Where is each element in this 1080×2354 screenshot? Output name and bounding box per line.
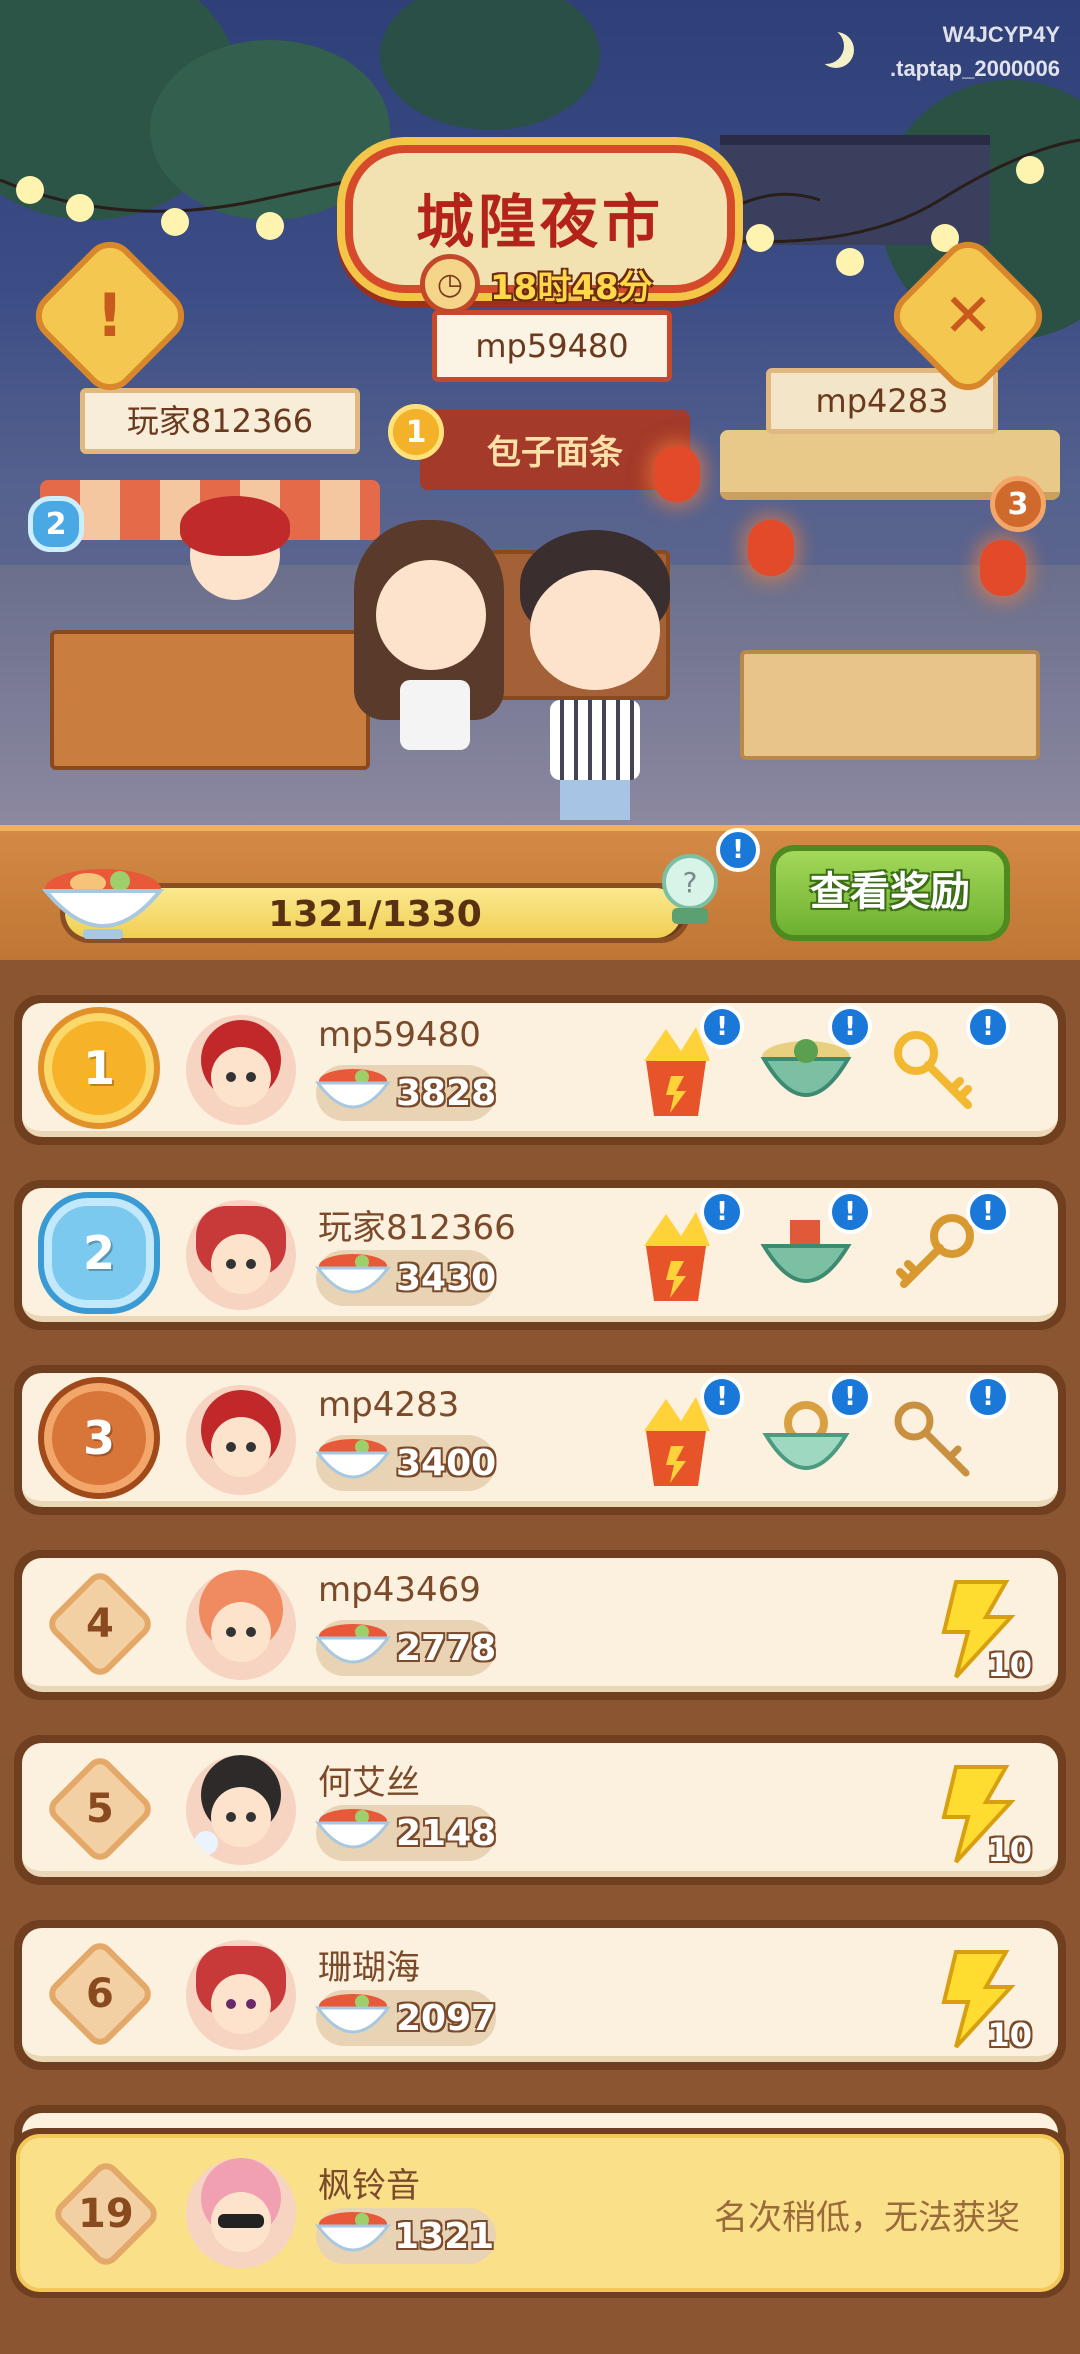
view-rewards-button[interactable]: 查看奖励: [770, 845, 1010, 941]
red-lantern-icon: [654, 446, 700, 502]
rank-number: 19: [78, 2190, 134, 2237]
rank-number: 5: [86, 1786, 114, 1832]
noodle-bowl-icon: [315, 1624, 391, 1664]
rank-number: 6: [86, 1971, 114, 2017]
left-stall-name-sign: 玩家812366: [80, 388, 360, 454]
my-score: 1321: [394, 2216, 495, 2257]
rank-2-medal-icon: 2: [44, 1198, 154, 1308]
player-name: 玩家812366: [318, 1208, 516, 1248]
my-avatar[interactable]: [186, 2158, 296, 2268]
row-background: [22, 1928, 1058, 2062]
player-avatar[interactable]: [186, 1940, 296, 2050]
timer-text: 18时48分: [490, 267, 653, 308]
player-name: mp4283: [318, 1385, 460, 1425]
my-rank-row[interactable]: 19 枫铃音 1321 名次稍低，无法获奖: [10, 2128, 1070, 2298]
leaderboard-row-2[interactable]: 2 玩家812366 3430 ! ! !: [14, 1180, 1066, 1330]
avatar-portrait-icon: [201, 1020, 281, 1107]
rank-3-medal-icon: 3: [44, 1383, 154, 1493]
energy-reward[interactable]: 10: [926, 1572, 1032, 1684]
reward-info-icon[interactable]: !: [828, 1375, 872, 1419]
leaderboard-row-6[interactable]: 6 珊瑚海 2097 10: [14, 1920, 1066, 2070]
noodle-bowl-icon: [315, 1439, 391, 1479]
svg-text:?: ?: [683, 866, 698, 899]
crystal-info-icon[interactable]: !: [716, 828, 760, 872]
avatar-portrait-icon: [199, 1570, 283, 1662]
event-timer: ◷ 18时48分: [420, 254, 670, 314]
player-avatar[interactable]: [186, 1015, 296, 1125]
rank-rewards: ! ! !: [626, 1190, 1046, 1314]
player-name: 珊瑚海: [318, 1948, 420, 1988]
player-character-girl: [354, 520, 510, 770]
close-x-icon: ✕: [942, 281, 994, 351]
player-name: mp59480: [318, 1015, 481, 1055]
reward-info-icon[interactable]: !: [828, 1190, 872, 1234]
no-reward-message: 名次稍低，无法获奖: [714, 2198, 1020, 2238]
noodle-bowl-icon: [315, 2212, 391, 2252]
noodle-bowl-icon: [315, 1809, 391, 1849]
energy-reward[interactable]: 10: [926, 1757, 1032, 1869]
noodle-bowl-icon: [41, 869, 165, 939]
lantern-icon: [748, 520, 794, 576]
player-score: 3430: [396, 1258, 497, 1299]
night-market-scene: W4JCYP4Y .taptap_2000006 玩家812366 2 ! 包子…: [0, 0, 1080, 825]
avatar-portrait-icon: [196, 1206, 286, 1294]
player-avatar[interactable]: [186, 1385, 296, 1495]
energy-reward[interactable]: 10: [926, 1942, 1032, 2054]
reward-info-icon[interactable]: !: [828, 1005, 872, 1049]
reward-count: 10: [987, 2016, 1032, 2054]
row-background: [22, 1558, 1058, 1692]
rank-number: 1: [82, 1041, 115, 1095]
player-name: 何艾丝: [318, 1763, 420, 1803]
reward-info-icon[interactable]: !: [700, 1190, 744, 1234]
lantern-icon: [980, 540, 1026, 596]
my-name: 枫铃音: [318, 2166, 420, 2206]
avatar-portrait-icon: [196, 1946, 286, 2034]
stall-rank-3-marker: 3: [990, 476, 1046, 532]
reward-count: 10: [987, 1831, 1032, 1869]
row-background: [22, 1743, 1058, 1877]
player-name: mp43469: [318, 1570, 481, 1610]
crystal-ball-icon[interactable]: ?: [660, 852, 720, 928]
player-score: 2778: [396, 1628, 497, 1669]
leaderboard-row-3[interactable]: 3 mp4283 3400 ! ! !: [14, 1365, 1066, 1515]
reward-info-icon[interactable]: !: [700, 1375, 744, 1419]
noodle-bowl-icon: [315, 1994, 391, 2034]
right-stall[interactable]: [720, 400, 1060, 760]
player-score: 2148: [396, 1813, 497, 1854]
player-score: 2097: [396, 1998, 497, 2039]
left-stall[interactable]: [40, 400, 380, 770]
rank-rewards: ! ! !: [626, 1375, 1046, 1499]
player-score: 3400: [396, 1443, 497, 1484]
player-score: 3828: [396, 1073, 497, 1114]
stall-rank-2-marker: 2: [28, 496, 84, 552]
avatar-portrait-icon: [201, 1390, 281, 1477]
stall-food-sign: 包子面条: [487, 433, 623, 473]
rank-number: 3: [82, 1411, 115, 1465]
player-character-boy: [510, 530, 680, 820]
reward-count: 10: [987, 1646, 1032, 1684]
rank-1-medal-icon: 1: [44, 1013, 154, 1123]
leaderboard-row-4[interactable]: 4 mp43469 2778 10: [14, 1550, 1066, 1700]
rank-number: 4: [86, 1601, 114, 1647]
rank-number: 2: [82, 1226, 115, 1280]
rank-rewards: ! ! !: [626, 1005, 1046, 1129]
player-avatar[interactable]: [186, 1200, 296, 1310]
reward-info-icon[interactable]: !: [700, 1005, 744, 1049]
event-title: 城隍夜市: [415, 188, 664, 256]
reward-info-icon[interactable]: !: [966, 1375, 1010, 1419]
player-avatar[interactable]: [186, 1570, 296, 1680]
noodle-bowl-icon: [315, 1254, 391, 1294]
leaderboard-row-5[interactable]: 5 何艾丝 2148 10: [14, 1735, 1066, 1885]
reward-info-icon[interactable]: !: [966, 1190, 1010, 1234]
reward-info-icon[interactable]: !: [966, 1005, 1010, 1049]
center-stall-name-sign: mp59480: [432, 310, 672, 382]
noodle-bowl-icon: [315, 1069, 391, 1109]
avatar-portrait-icon: [201, 2158, 281, 2252]
avatar-portrait-icon: [194, 1755, 281, 1855]
leaderboard-row-1[interactable]: 1 mp59480 3828 ! ! !: [14, 995, 1066, 1145]
stall-rank-1-marker: 1: [388, 404, 444, 460]
player-avatar[interactable]: [186, 1755, 296, 1865]
stopwatch-icon: ◷: [420, 254, 480, 314]
exclamation-icon: !: [96, 281, 124, 351]
